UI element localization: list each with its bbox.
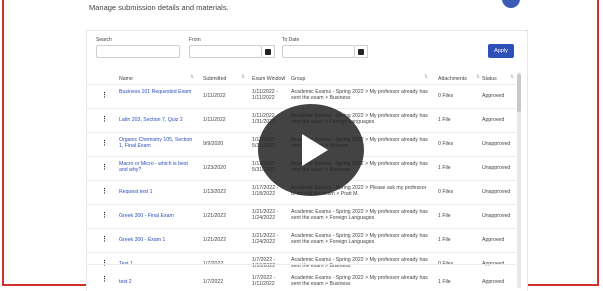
- row-attachments: 1 File: [438, 117, 451, 123]
- row-attachments: 1 File: [438, 237, 451, 243]
- row-name-link[interactable]: Macro or Micro - which is best and why?: [119, 161, 197, 173]
- row-exam-window: 1/21/2022 - 1/24/2022: [252, 233, 279, 246]
- row-status: Unapproved: [482, 213, 511, 219]
- sort-icon[interactable]: ⇅: [476, 74, 480, 80]
- to-calendar-button[interactable]: [355, 45, 368, 58]
- vertical-ellipsis-icon[interactable]: ⋮: [101, 164, 108, 171]
- apply-button[interactable]: Apply: [488, 44, 514, 58]
- row-submitted: 1/11/2022: [203, 117, 226, 123]
- row-name-link[interactable]: Latin 203, Section 7, Quiz 2: [119, 117, 197, 123]
- vertical-ellipsis-icon[interactable]: ⋮: [101, 236, 108, 243]
- from-date-input[interactable]: [189, 45, 262, 58]
- to-date-label: To Date: [282, 37, 300, 43]
- row-attachments: 0 Files: [438, 93, 454, 99]
- table-scrollbar-thumb[interactable]: [517, 74, 521, 112]
- table-row[interactable]: ⋮ Greek 300 - Final Exam 1/21/2022 1/21/…: [86, 204, 516, 229]
- table-row[interactable]: ⋮ Greek 300 - Exam 1 1/21/2022 1/21/2022…: [86, 228, 516, 253]
- row-group: Academic Exams - Spring 2022 > My profes…: [291, 209, 428, 222]
- to-date-input[interactable]: [282, 45, 355, 58]
- row-submitted: 1/21/2022: [203, 237, 227, 243]
- row-status: Approved: [482, 93, 505, 99]
- row-exam-window: 1/11/2022 - 1/11/2022: [252, 89, 278, 102]
- sort-icon[interactable]: ⇅: [510, 74, 514, 80]
- row-submitted: 1/13/2022: [203, 189, 227, 195]
- row-attachments: 1 File: [438, 279, 451, 285]
- row-status: Approved: [482, 237, 505, 243]
- vertical-ellipsis-icon[interactable]: ⋮: [101, 116, 108, 123]
- vertical-ellipsis-icon[interactable]: ⋮: [101, 92, 108, 99]
- sort-ascending-icon[interactable]: ▲: [282, 74, 286, 79]
- row-status: Approved: [482, 117, 505, 123]
- table-row[interactable]: ⋮ test 2 1/7/2022 1/7/2022 - 1/11/2022 A…: [86, 264, 516, 287]
- video-play-button[interactable]: [258, 104, 364, 196]
- sort-icon[interactable]: ⇅: [190, 74, 194, 80]
- row-attachments: 1 File: [438, 213, 451, 219]
- play-icon: [302, 134, 328, 166]
- row-name-link[interactable]: Business 101 Requested Exam: [119, 89, 197, 95]
- row-status: Unapproved: [482, 165, 511, 171]
- from-label: From: [189, 37, 201, 43]
- vertical-ellipsis-icon[interactable]: ⋮: [101, 188, 108, 195]
- vertical-ellipsis-icon[interactable]: ⋮: [101, 212, 108, 219]
- search-label: Search: [96, 37, 112, 43]
- page-subtitle: Manage submission details and materials.: [89, 3, 229, 12]
- vertical-ellipsis-icon[interactable]: ⋮: [101, 140, 108, 147]
- row-exam-window: 1/7/2022 - 1/11/2022: [252, 275, 276, 288]
- row-submitted: 9/9/2020: [203, 141, 224, 147]
- row-group: Academic Exams - Spring 2022 > My profes…: [291, 233, 428, 246]
- search-input[interactable]: [96, 45, 180, 58]
- row-name-link[interactable]: Request test 1: [119, 189, 197, 195]
- row-attachments: 0 Files: [438, 189, 454, 195]
- table-header: Name ⇅ Submitted ⇅ Exam Window ▲ Group ⇅…: [119, 74, 514, 82]
- row-name-link[interactable]: Greek 300 - Exam 1: [119, 237, 197, 243]
- vertical-ellipsis-icon[interactable]: ⋮: [101, 276, 108, 283]
- from-calendar-button[interactable]: [262, 45, 275, 58]
- row-status: Unapproved: [482, 189, 511, 195]
- calendar-icon: [265, 48, 271, 55]
- row-status: Unapproved: [482, 141, 511, 147]
- row-name-link[interactable]: Greek 300 - Final Exam: [119, 213, 197, 219]
- sort-icon[interactable]: ⇅: [424, 74, 428, 80]
- sort-icon[interactable]: ⇅: [241, 74, 245, 80]
- row-submitted: 1/21/2022: [203, 213, 227, 219]
- row-attachments: 0 Files: [438, 141, 454, 147]
- row-attachments: 1 File: [438, 165, 451, 171]
- row-submitted: 1/23/2020: [203, 165, 227, 171]
- row-status: Approved: [482, 279, 505, 285]
- row-group: Academic Exams - Spring 2022 > My profes…: [291, 89, 428, 102]
- row-name-link[interactable]: Organic Chemistry 105, Section 1, Final …: [119, 137, 197, 149]
- row-exam-window: 1/21/2022 - 1/24/2022: [252, 209, 279, 222]
- row-name-link[interactable]: test 2: [119, 279, 197, 285]
- row-submitted: 1/11/2022: [203, 93, 226, 99]
- calendar-icon: [358, 48, 364, 55]
- row-group: Academic Exams - Spring 2022 > My profes…: [291, 275, 428, 288]
- row-submitted: 1/7/2022: [203, 279, 224, 285]
